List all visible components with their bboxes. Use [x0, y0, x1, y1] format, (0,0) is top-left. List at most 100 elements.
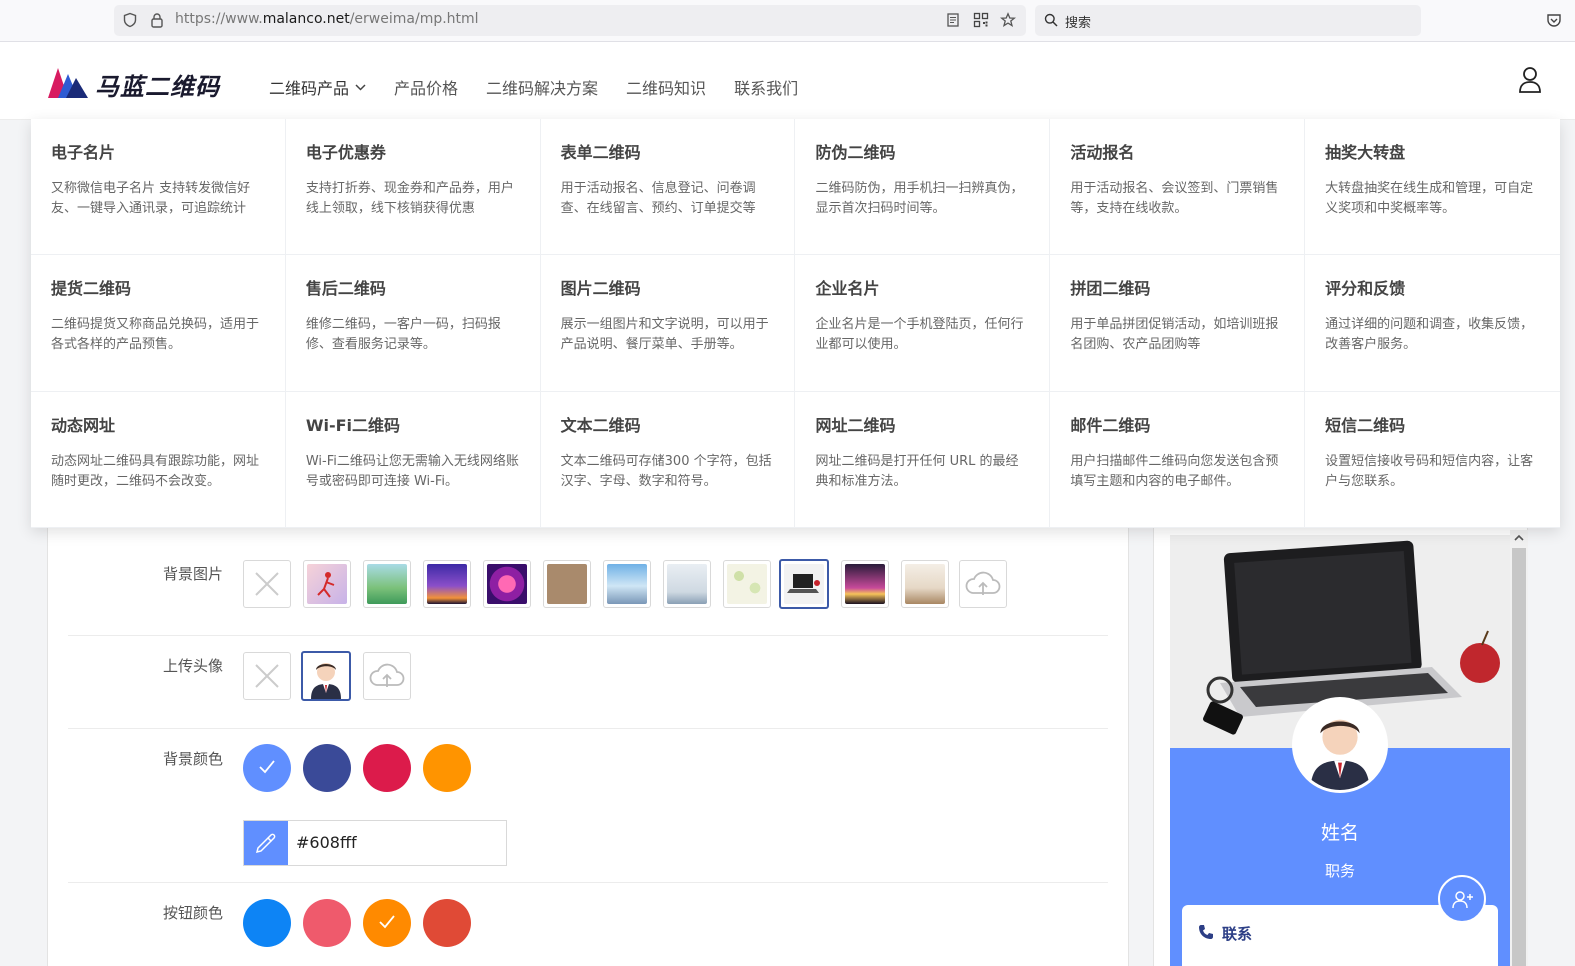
nav-solutions[interactable]: 二维码解决方案: [486, 75, 598, 99]
bg-image-option[interactable]: [901, 560, 949, 608]
site-logo-text[interactable]: 马蓝二维码: [95, 67, 220, 102]
bookmark-star-icon[interactable]: [1000, 12, 1016, 28]
menu-item-title: 提货二维码: [51, 279, 132, 299]
menu-item-title: 活动报名: [1070, 143, 1135, 162]
chevron-up-icon[interactable]: [1514, 534, 1524, 542]
button-color-swatch[interactable]: [243, 899, 291, 947]
divider: [68, 882, 1108, 883]
bg-image-option[interactable]: [841, 560, 889, 608]
pocket-icon[interactable]: [1546, 12, 1562, 28]
bg-color-swatch[interactable]: [303, 744, 351, 792]
bg-image-option[interactable]: [363, 560, 411, 608]
bg-color-swatch[interactable]: [363, 744, 411, 792]
reader-view-icon[interactable]: [945, 12, 961, 28]
menu-item-description: 支持打折券、现金券和产品券，用户线上领取，线下核销获得优惠: [305, 181, 514, 216]
menu-item[interactable]: 动态网址动态网址二维码具有跟踪功能，网址随时更改，二维码不会改变。: [31, 391, 286, 528]
add-contact-button[interactable]: [1438, 875, 1486, 923]
divider: [68, 728, 1108, 729]
bg-color-value[interactable]: #608fff: [296, 833, 357, 852]
nav-pricing[interactable]: 产品价格: [394, 75, 458, 99]
bg-image-option[interactable]: [543, 560, 591, 608]
user-account-icon[interactable]: [1518, 66, 1542, 94]
menu-item[interactable]: Wi-Fi二维码 Wi-Fi二维码让您无需输入无线网络账号或密码即可连接 Wi-F…: [285, 391, 541, 528]
bg-color-input[interactable]: #608fff: [243, 820, 507, 866]
menu-item-title: 表单二维码: [560, 143, 641, 162]
menu-item-description: 通过详细的问题和调查，收集反馈，改善客户服务。: [1325, 317, 1534, 353]
menu-item[interactable]: 售后二维码 维修二维码，一客户一码，扫码报修、查看服务记录等。: [285, 255, 541, 392]
bg-image-option[interactable]: [663, 560, 711, 608]
url-text[interactable]: https://www.malanco.net/erweima/mp.html: [175, 11, 479, 27]
add-user-icon: [1452, 891, 1473, 909]
upload-avatar-label: 上传头像: [163, 657, 224, 675]
nav-knowledge[interactable]: 二维码知识: [626, 75, 706, 99]
menu-item[interactable]: 邮件二维码 用户扫描邮件二维码向您发送包含预填写主题和内容的电子邮件。: [1050, 391, 1306, 528]
address-bar[interactable]: https://www.malanco.net/erweima/mp.html: [114, 5, 1026, 36]
menu-item-description: 用于单品拼团促销活动，如培训班报名团购、农产品团购等: [1070, 317, 1279, 353]
check-icon: [259, 760, 275, 774]
bg-image-none[interactable]: [243, 560, 291, 608]
shield-icon: [123, 12, 137, 28]
menu-item-description: 又称微信电子名片 支持转发微信好友、一键导入通讯录，可追踪统计: [51, 181, 251, 216]
bg-color-label: 背景颜色: [163, 750, 224, 768]
button-color-label: 按钮颜色: [163, 904, 224, 922]
menu-item-title: 抽奖大转盘: [1325, 143, 1406, 162]
bg-image-option[interactable]: [303, 560, 351, 608]
editor-panel: 背景图片 上传头像 背景颜色 #608fff 按钮颜色: [47, 520, 1129, 966]
menu-item[interactable]: 活动报名 用于活动报名、会议签到、门票销售等，支持在线收款。: [1050, 119, 1306, 256]
qr-code-icon[interactable]: [973, 12, 989, 28]
site-header: 马蓝二维码 二维码产品 产品价格 二维码解决方案 二维码知识 联系我们: [0, 42, 1575, 120]
close-icon: [255, 572, 279, 596]
menu-item[interactable]: 提货二维码二维码提货又称商品兑换码，适用于各式各样的产品预售。: [31, 255, 286, 392]
menu-item-title: 短信二维码: [1325, 415, 1406, 435]
menu-item-description: 用于活动报名、信息登记、问卷调查、在线留言、预约、订单提交等: [560, 181, 756, 216]
menu-item-title: 图片二维码: [560, 279, 641, 299]
menu-item-description: 二维码提货又称商品兑换码，适用于各式各样的产品预售。: [51, 317, 260, 353]
button-color-swatch[interactable]: [303, 899, 351, 947]
menu-item[interactable]: 评分和反馈 通过详细的问题和调查，收集反馈，改善客户服务。: [1305, 255, 1560, 392]
menu-item-title: 邮件二维码: [1070, 415, 1151, 435]
menu-item[interactable]: 抽奖大转盘大转盘抽奖在线生成和管理，可自定义奖项和中奖概率等。: [1305, 119, 1560, 256]
avatar-option-selected[interactable]: [301, 651, 351, 701]
menu-item[interactable]: 企业名片 企业名片是一个手机登陆页，任何行业都可以使用。: [795, 255, 1051, 392]
products-mega-menu: 电子名片 又称微信电子名片 支持转发微信好友、一键导入通讯录，可追踪统计 电子优惠券…: [31, 119, 1560, 528]
eyedropper-icon: [255, 833, 276, 854]
divider: [68, 635, 1108, 636]
main-nav: 二维码产品 产品价格 二维码解决方案 二维码知识 联系我们: [269, 75, 826, 99]
malan-logo-icon[interactable]: [48, 68, 88, 98]
menu-item-description: 网址二维码是打开任何 URL 的最经典和标准方法。: [815, 453, 1019, 489]
color-picker-button[interactable]: [244, 821, 288, 865]
preview-scrollbar[interactable]: [1510, 530, 1528, 966]
menu-item[interactable]: 短信二维码 设置短信接收号码和短信内容，让客户与您联系。: [1305, 392, 1560, 528]
menu-item[interactable]: 网址二维码网址二维码是打开任何 URL 的最经典和标准方法。: [795, 391, 1051, 528]
menu-item[interactable]: 文本二维码 文本二维码可存储300 个字符，包括汉字、字母、数字和符号。: [540, 391, 796, 528]
nav-contact[interactable]: 联系我们: [734, 75, 798, 99]
avatar-none[interactable]: [243, 652, 291, 700]
menu-item[interactable]: 表单二维码用于活动报名、信息登记、问卷调查、在线留言、预约、订单提交等: [540, 119, 796, 256]
menu-item-title: 售后二维码: [305, 279, 386, 299]
bg-color-swatch-selected[interactable]: [243, 744, 291, 792]
browser-search-box[interactable]: 搜索: [1035, 5, 1421, 36]
menu-item-title: 企业名片: [815, 279, 880, 299]
bg-image-option[interactable]: [483, 560, 531, 608]
button-color-swatch[interactable]: [423, 899, 471, 947]
bg-image-option[interactable]: [423, 560, 471, 608]
menu-item-title: 网址二维码: [815, 415, 896, 435]
bg-image-option-selected[interactable]: [779, 559, 829, 609]
bg-color-swatch[interactable]: [423, 744, 471, 792]
menu-item[interactable]: 图片二维码 展示一组图片和文字说明，可以用于产品说明、餐厅菜单、手册等。: [540, 255, 796, 392]
bg-image-option[interactable]: [603, 560, 651, 608]
menu-item[interactable]: 电子名片 又称微信电子名片 支持转发微信好友、一键导入通讯录，可追踪统计: [31, 119, 286, 256]
upload-avatar-button[interactable]: [363, 652, 411, 700]
button-color-swatch-selected[interactable]: [363, 899, 411, 947]
bg-image-option[interactable]: [723, 560, 771, 608]
upload-bg-image-button[interactable]: [959, 560, 1007, 608]
nav-qr-products[interactable]: 二维码产品: [269, 75, 366, 99]
menu-item-description: 大转盘抽奖在线生成和管理，可自定义奖项和中奖概率等。: [1325, 181, 1534, 216]
scrollbar-thumb[interactable]: [1512, 548, 1526, 966]
menu-item-description: 动态网址二维码具有跟踪功能，网址随时更改，二维码不会改变。: [51, 453, 260, 489]
card-preview-panel: 姓名 职务 联系: [1153, 520, 1528, 966]
menu-item[interactable]: 电子优惠券 支持打折券、现金券和产品券，用户线上领取，线下核销获得优惠: [285, 119, 541, 256]
menu-item-title: 动态网址: [51, 415, 116, 435]
menu-item[interactable]: 防伪二维码 二维码防伪，用手机扫一扫辨真伪，显示首次扫码时间等。: [795, 119, 1051, 256]
menu-item[interactable]: 拼团二维码 用于单品拼团促销活动，如培训班报名团购、农产品团购等: [1050, 255, 1306, 392]
